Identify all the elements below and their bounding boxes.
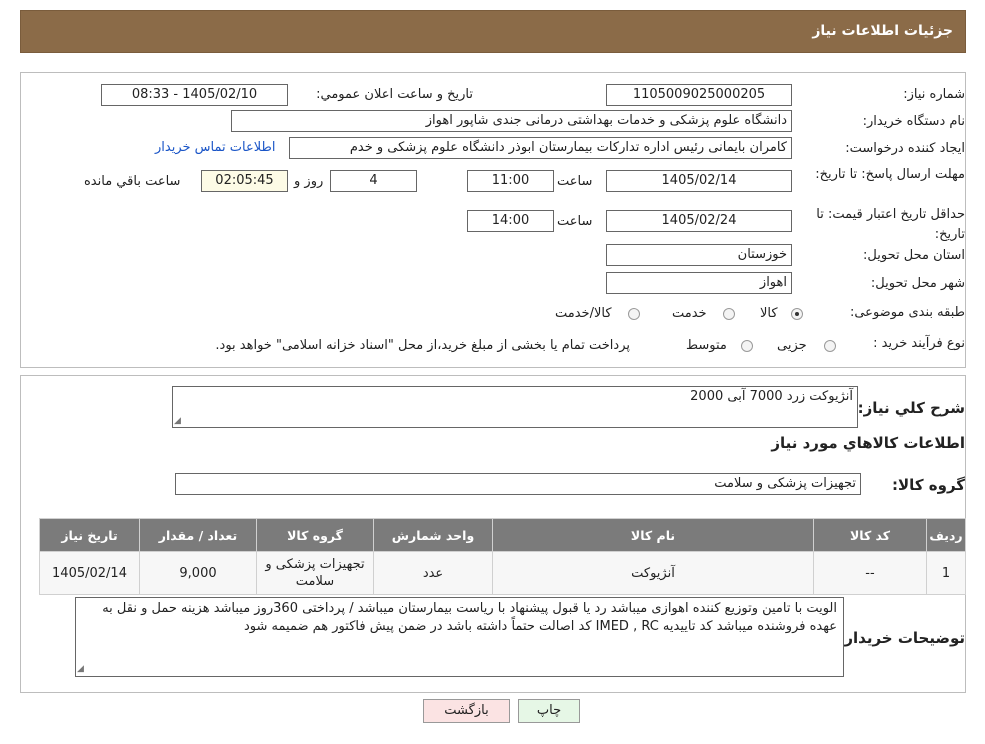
table-header-row: رديف کد کالا نام کالا واحد شمارش گروه کا… (39, 518, 966, 552)
cell-group: تجهیزات پزشکی و سلامت (256, 551, 374, 595)
validity-time-label: ساعت (557, 214, 593, 229)
cell-date: 1405/02/14 (39, 551, 140, 595)
deadline-label: مهلت ارسال پاسخ: تا تاريخ: (815, 167, 965, 182)
category-option-service-radio[interactable] (723, 308, 735, 320)
requester-field: کامران بایمانی رئیس اداره تدارکات بیمارس… (289, 137, 792, 159)
buyer-notes-label: توضيحات خريدار: (838, 629, 965, 647)
process-label: نوع فرآيند خريد : (873, 336, 965, 351)
process-option-minor-label: جزیی (777, 338, 807, 353)
process-option-medium-label: متوسط (686, 338, 727, 353)
col-header-unit: واحد شمارش (373, 518, 493, 552)
col-header-quantity: تعداد / مقدار (139, 518, 257, 552)
cell-row-number: 1 (926, 551, 966, 595)
goods-group-field: تجهیزات پزشکی و سلامت (175, 473, 861, 495)
description-field: آنژیوکت زرد 7000 آبی 2000 (172, 386, 858, 428)
goods-info-title: اطلاعات کالاهاي مورد نياز (771, 434, 965, 452)
resize-grip-icon[interactable]: ◢ (174, 416, 181, 426)
category-label: طبقه بندی موضوعی: (849, 305, 965, 320)
days-field: 4 (330, 170, 417, 192)
deadline-time-field: 11:00 (467, 170, 554, 192)
deadline-time-label: ساعت (557, 174, 593, 189)
need-number-label: شماره نیاز: (903, 87, 965, 102)
col-header-row: رديف (926, 518, 966, 552)
remaining-time-field: 02:05:45 (201, 170, 288, 192)
buyer-contact-link[interactable]: اطلاعات تماس خريدار (155, 140, 275, 155)
category-option-both-radio[interactable] (628, 308, 640, 320)
page-title: جزئیات اطلاعات نیاز (812, 23, 953, 39)
category-option-goods-radio[interactable] (791, 308, 803, 320)
back-button[interactable]: بازگشت (423, 699, 510, 723)
items-table: رديف کد کالا نام کالا واحد شمارش گروه کا… (39, 518, 966, 595)
table-row: 1 -- آنژیوکت عدد تجهیزات پزشکی و سلامت 9… (39, 551, 966, 595)
announce-label: تاريخ و ساعت اعلان عمومي: (316, 87, 473, 102)
cell-quantity: 9,000 (139, 551, 257, 595)
goods-group-label: گروه کالا: (892, 476, 965, 494)
category-option-both-label: کالا/خدمت (555, 306, 612, 321)
resize-grip-icon[interactable]: ◢ (77, 664, 84, 674)
validity-date-field: 1405/02/24 (606, 210, 792, 232)
process-note: پرداخت تمام یا بخشی از مبلغ خرید،از محل … (215, 338, 630, 353)
buyer-notes-field: الویت با تامین وتوزیع کننده اهوازی میباش… (75, 597, 844, 677)
page-header: جزئیات اطلاعات نیاز (20, 10, 966, 53)
city-field: اهواز (606, 272, 792, 294)
category-option-goods-label: کالا (760, 306, 778, 321)
print-button[interactable]: چاپ (518, 699, 580, 723)
city-label: شهر محل تحويل: (870, 276, 965, 291)
cell-name: آنژیوکت (492, 551, 814, 595)
deadline-date-field: 1405/02/14 (606, 170, 792, 192)
col-header-code: کد کالا (813, 518, 927, 552)
buyer-label: نام دستگاه خريدار: (862, 114, 965, 129)
buyer-field: دانشگاه علوم پزشکی و خدمات بهداشتی درمان… (231, 110, 792, 132)
cell-code: -- (813, 551, 927, 595)
need-number-field: 1105009025000205 (606, 84, 792, 106)
col-header-name: نام کالا (492, 518, 814, 552)
requester-label: ايجاد کننده درخواست: (845, 141, 965, 156)
days-label: روز و (294, 174, 324, 189)
col-header-date: تاريخ نياز (39, 518, 140, 552)
category-option-service-label: خدمت (672, 306, 707, 321)
process-option-medium-radio[interactable] (741, 340, 753, 352)
announce-field: 1405/02/10 - 08:33 (101, 84, 288, 106)
province-label: استان محل تحويل: (863, 248, 965, 263)
process-option-minor-radio[interactable] (824, 340, 836, 352)
validity-time-field: 14:00 (467, 210, 554, 232)
col-header-group: گروه کالا (256, 518, 374, 552)
province-field: خوزستان (606, 244, 792, 266)
validity-label: حداقل تاريخ اعتبار قيمت: تا تاريخ: (816, 207, 965, 242)
remaining-time-label: ساعت باقي مانده (84, 174, 181, 189)
cell-unit: عدد (373, 551, 493, 595)
description-label: شرح کلي نياز: (857, 399, 965, 417)
